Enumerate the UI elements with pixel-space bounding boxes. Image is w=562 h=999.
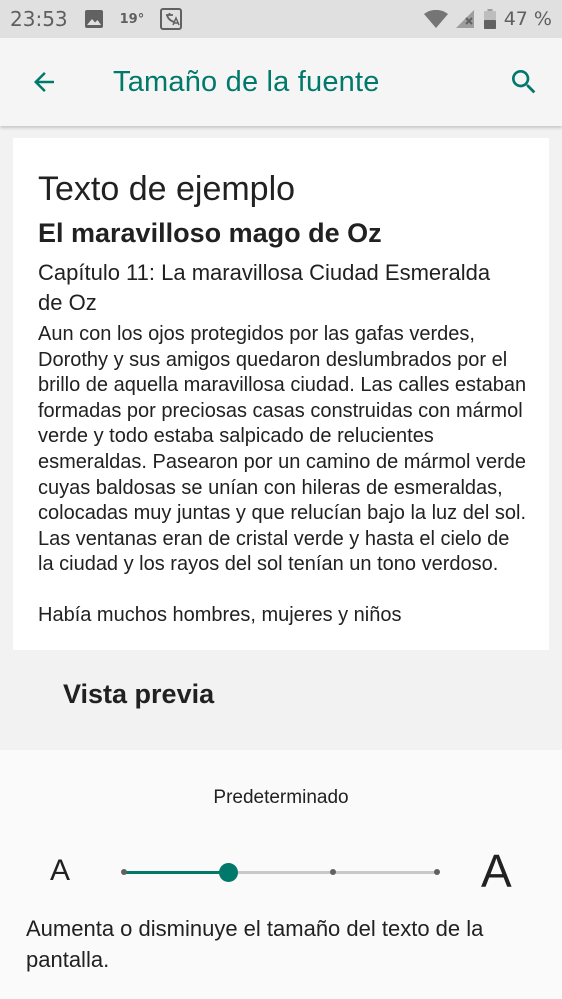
- image-icon: [84, 9, 104, 29]
- font-size-description: Aumenta o disminuye el tamaño del texto …: [26, 916, 484, 972]
- wifi-icon: [423, 10, 448, 28]
- search-icon: [512, 70, 536, 94]
- slider-tick[interactable]: [121, 869, 127, 875]
- chapter-title: Capítulo 11: La maravillosa Ciudad Esmer…: [38, 260, 491, 315]
- large-font-label: A: [481, 845, 512, 897]
- current-size-label: Predeterminado: [213, 787, 349, 808]
- battery-percent: 47 %: [503, 8, 552, 30]
- sample-paragraph-2: Había muchos hombres, mujeres y niños: [38, 603, 402, 626]
- preview-card[interactable]: Texto de ejemplo El maravilloso mago de …: [13, 138, 549, 650]
- font-size-slider[interactable]: [121, 857, 440, 889]
- small-font-label: A: [50, 854, 71, 887]
- slider-thumb[interactable]: [218, 863, 238, 882]
- status-left: 23:53 19°: [10, 7, 183, 31]
- font-size-panel: Predeterminado A A Aumenta o disminuye e…: [0, 750, 562, 999]
- battery-icon: [483, 9, 496, 29]
- slider-tick[interactable]: [434, 869, 440, 875]
- sample-paragraph-1: Aun con los ojos protegidos por las gafa…: [38, 323, 527, 576]
- page-title: Tamaño de la fuente: [113, 66, 380, 98]
- signal-icon: [455, 10, 476, 28]
- arrow-back-icon: [34, 72, 54, 92]
- book-title: El maravilloso mago de Oz: [38, 218, 382, 248]
- back-button[interactable]: [22, 60, 66, 104]
- preview-label: Vista previa: [63, 679, 215, 709]
- status-right: 47 %: [423, 8, 552, 30]
- slider-tick[interactable]: [329, 869, 336, 875]
- slider-fill: [124, 871, 229, 874]
- status-bar: 23:53 19° 47 %: [0, 0, 562, 38]
- status-temperature: 19°: [119, 11, 145, 27]
- app-bar: Tamaño de la fuente: [0, 38, 562, 126]
- search-button[interactable]: [502, 60, 546, 104]
- sample-text-heading: Texto de ejemplo: [38, 170, 296, 208]
- status-time: 23:53: [10, 7, 68, 31]
- translate-icon: [160, 8, 183, 30]
